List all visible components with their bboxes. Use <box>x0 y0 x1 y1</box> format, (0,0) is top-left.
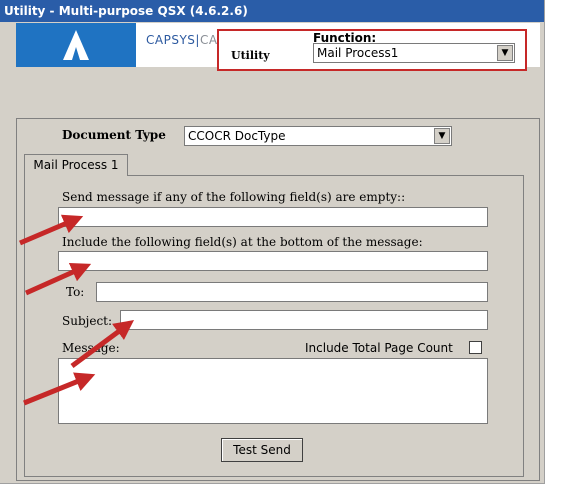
annotation-arrow <box>23 372 96 406</box>
annotation-arrow <box>70 320 135 369</box>
annotation-arrows <box>19 214 135 406</box>
annotation-arrow <box>19 214 84 246</box>
tab-mail-process-1[interactable]: Mail Process 1 <box>24 154 128 176</box>
annotation-arrow <box>24 262 92 296</box>
